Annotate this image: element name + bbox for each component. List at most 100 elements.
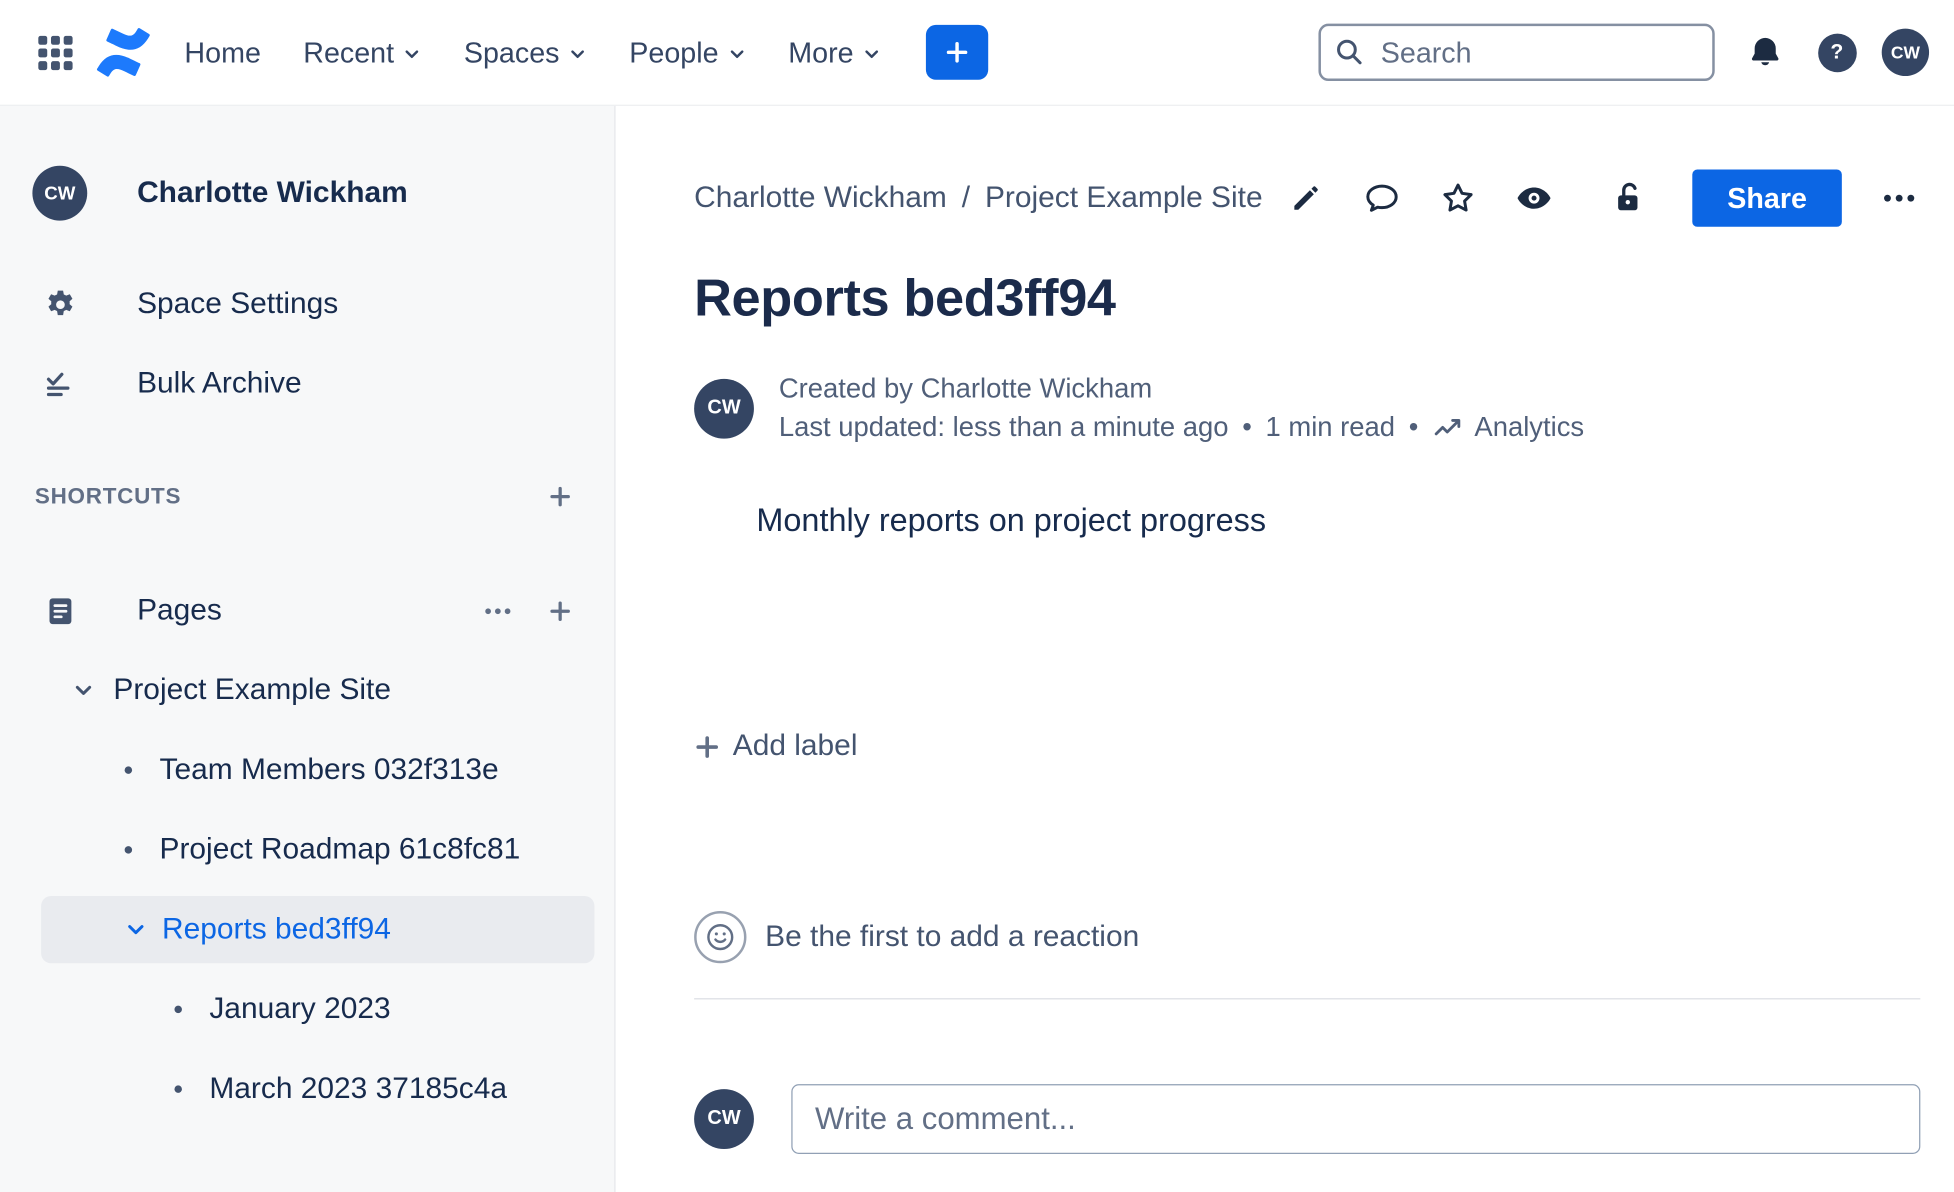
tree-item-reports-selected[interactable]: Reports bed3ff94 — [41, 895, 595, 964]
space-sidebar: CW Charlotte Wickham Space Settings Bulk… — [0, 105, 616, 1192]
sidebar-menu: Space Settings Bulk Archive — [0, 264, 614, 424]
bullet-icon — [124, 766, 133, 774]
reaction-prompt-text: Be the first to add a reaction — [765, 919, 1140, 954]
add-reaction-button[interactable] — [694, 910, 747, 964]
ellipsis-icon — [1880, 179, 1917, 216]
add-shortcut-button[interactable] — [548, 484, 572, 508]
tree-item-project-roadmap[interactable]: Project Roadmap 61c8fc81 — [0, 810, 614, 890]
add-label-text: Add label — [732, 729, 858, 763]
space-header[interactable]: CW Charlotte Wickham — [0, 165, 614, 221]
plus-icon — [548, 484, 572, 508]
app-window: Home Recent Spaces People More Search ? … — [0, 0, 1954, 1192]
search-input[interactable] — [1318, 23, 1715, 82]
nav-spaces[interactable]: Spaces — [464, 36, 587, 70]
nav-home[interactable]: Home — [184, 36, 260, 70]
created-by-text: Created by Charlotte Wickham — [778, 372, 1153, 404]
breadcrumb-parent-link[interactable]: Charlotte Wickham — [694, 181, 947, 216]
sidebar-item-label: Bulk Archive — [137, 366, 302, 401]
checklist-icon — [32, 367, 87, 401]
breadcrumb-separator: / — [961, 180, 971, 215]
comment-composer: CW — [694, 1084, 1921, 1154]
chevron-down-icon[interactable] — [72, 679, 94, 701]
content-shell: CW Charlotte Wickham Space Settings Bulk… — [0, 105, 1954, 1192]
primary-nav: Home Recent Spaces People More — [184, 36, 881, 70]
page-tree: Project Example Site Team Members 032f31… — [0, 651, 614, 1130]
add-label-button[interactable]: Add label — [694, 729, 857, 764]
gear-icon — [32, 287, 87, 321]
pencil-icon — [1289, 181, 1324, 216]
pages-actions — [482, 595, 572, 626]
tree-item-label: March 2023 37185c4a — [209, 1071, 507, 1106]
pages-section-header: Pages — [0, 576, 614, 646]
byline-text: Created by Charlotte Wickham Last update… — [779, 373, 1584, 444]
reactions-section: Be the first to add a reaction — [694, 910, 1920, 964]
tree-item-team-members[interactable]: Team Members 032f313e — [0, 730, 614, 810]
page-byline: CW Created by Charlotte Wickham Last upd… — [694, 373, 1920, 444]
chevron-down-icon[interactable] — [125, 918, 147, 940]
pages-more-button[interactable] — [482, 595, 513, 626]
section-divider — [694, 998, 1921, 1000]
analytics-chart-icon — [1432, 411, 1464, 443]
tree-item-march-2023[interactable]: March 2023 37185c4a — [0, 1049, 614, 1129]
ellipsis-icon — [482, 595, 513, 626]
sidebar-item-label: Space Settings — [137, 286, 339, 321]
byline-meta-row: Last updated: less than a minute ago • 1… — [779, 411, 1584, 443]
question-mark-icon: ? — [1817, 33, 1857, 72]
nav-people[interactable]: People — [629, 36, 746, 70]
breadcrumb: Charlotte Wickham / Project Example Site — [694, 181, 1262, 216]
chevron-down-icon — [727, 45, 746, 64]
user-avatar[interactable]: CW — [1881, 28, 1930, 77]
sidebar-item-space-settings[interactable]: Space Settings — [0, 264, 614, 344]
tree-item-label: Team Members 032f313e — [159, 752, 499, 787]
page-actions: Share — [1285, 169, 1920, 227]
tree-item-label: Project Example Site — [113, 672, 392, 707]
analytics-label: Analytics — [1474, 411, 1585, 443]
comment-button[interactable] — [1361, 177, 1403, 219]
tree-item-project-example-site[interactable]: Project Example Site — [0, 651, 614, 731]
favourite-button[interactable] — [1437, 177, 1479, 219]
author-avatar[interactable]: CW — [694, 378, 754, 439]
unlocked-padlock-icon — [1609, 179, 1646, 216]
share-button[interactable]: Share — [1692, 169, 1842, 227]
shortcuts-section-header: SHORTCUTS — [0, 471, 614, 521]
chevron-down-icon — [862, 45, 881, 64]
tree-item-label: Project Roadmap 61c8fc81 — [159, 832, 521, 867]
create-page-button[interactable] — [548, 599, 572, 623]
topbar-utilities: ? CW — [1737, 25, 1930, 80]
plus-icon — [548, 599, 572, 623]
document-icon — [32, 594, 87, 628]
eye-icon — [1515, 179, 1552, 216]
plus-icon — [945, 40, 970, 65]
space-name: Charlotte Wickham — [137, 175, 408, 210]
pages-heading[interactable]: Pages — [137, 593, 432, 628]
help-button[interactable]: ? — [1809, 25, 1864, 80]
app-switcher-icon[interactable] — [30, 27, 80, 77]
watch-button[interactable] — [1513, 177, 1555, 219]
last-updated-text[interactable]: Last updated: less than a minute ago — [779, 411, 1229, 443]
global-search — [1318, 23, 1715, 82]
page-header-bar: Charlotte Wickham / Project Example Site — [694, 168, 1920, 228]
dot-separator: • — [1408, 411, 1419, 443]
breadcrumb-current-link[interactable]: Project Example Site — [985, 181, 1263, 216]
restrictions-button[interactable] — [1606, 177, 1648, 219]
page-body-paragraph: Monthly reports on project progress — [756, 500, 1267, 539]
confluence-logo-icon[interactable] — [95, 24, 152, 81]
notifications-button[interactable] — [1737, 25, 1792, 80]
chevron-down-icon — [403, 45, 422, 64]
nav-recent[interactable]: Recent — [303, 36, 421, 70]
sidebar-item-bulk-archive[interactable]: Bulk Archive — [0, 344, 614, 424]
speech-bubble-icon — [1363, 179, 1400, 216]
tree-item-january-2023[interactable]: January 2023 — [0, 970, 614, 1050]
comment-input[interactable] — [791, 1084, 1921, 1154]
nav-more[interactable]: More — [788, 36, 881, 70]
analytics-link[interactable]: Analytics — [1432, 411, 1584, 443]
create-button[interactable] — [925, 24, 989, 80]
space-avatar: CW — [32, 165, 88, 221]
read-time-text: 1 min read — [1265, 411, 1396, 443]
star-icon — [1439, 179, 1476, 216]
edit-button[interactable] — [1285, 177, 1327, 219]
smiley-icon — [704, 921, 736, 953]
nav-more-label: More — [788, 35, 854, 68]
chevron-down-icon — [568, 45, 587, 64]
more-actions-button[interactable] — [1878, 177, 1920, 219]
